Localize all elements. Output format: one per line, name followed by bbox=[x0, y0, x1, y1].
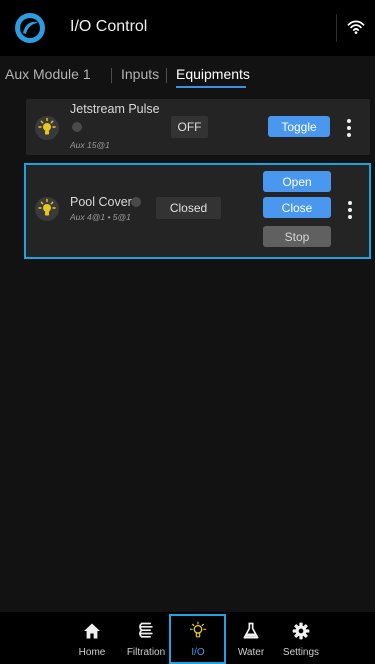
nav-io[interactable]: I/O bbox=[168, 612, 228, 664]
lightbulb-icon bbox=[35, 116, 59, 140]
equipment-card-pool-cover: Pool Cover Aux 4@1 • 5@1 Closed Open Clo… bbox=[26, 165, 370, 257]
flask-icon bbox=[243, 622, 259, 639]
more-options-icon[interactable] bbox=[345, 119, 353, 139]
equipment-name: Jetstream Pulse bbox=[70, 102, 160, 116]
status-badge: OFF bbox=[171, 116, 208, 138]
equipment-card-jetstream-pulse: Jetstream Pulse Aux 15@1 OFF Toggle bbox=[26, 99, 370, 155]
bottom-nav: Home Filtration I/O Water Settings bbox=[0, 612, 375, 664]
tab-separator bbox=[111, 68, 112, 83]
divider bbox=[336, 14, 337, 42]
tab-aux-module-1[interactable]: Aux Module 1 bbox=[5, 66, 91, 82]
equipment-name: Pool Cover bbox=[70, 195, 132, 209]
nav-home[interactable]: Home bbox=[62, 612, 122, 664]
page-title: I/O Control bbox=[70, 18, 148, 35]
status-badge: Closed bbox=[156, 197, 221, 219]
equipment-address: Aux 4@1 • 5@1 bbox=[70, 212, 131, 222]
nav-filtration[interactable]: Filtration bbox=[116, 612, 176, 664]
open-button[interactable]: Open bbox=[263, 171, 331, 192]
toggle-button[interactable]: Toggle bbox=[268, 116, 330, 137]
stop-button[interactable]: Stop bbox=[263, 226, 331, 247]
top-bar: I/O Control bbox=[0, 0, 375, 56]
lightbulb-icon bbox=[189, 621, 207, 638]
status-dot bbox=[131, 197, 141, 207]
gear-icon bbox=[292, 622, 310, 640]
home-icon bbox=[84, 623, 100, 639]
nav-label: I/O bbox=[191, 647, 205, 658]
nav-label: Settings bbox=[282, 647, 320, 658]
nav-settings[interactable]: Settings bbox=[271, 612, 331, 664]
nav-label: Home bbox=[78, 647, 106, 658]
equipment-address: Aux 15@1 bbox=[70, 140, 110, 150]
tab-equipments[interactable]: Equipments bbox=[176, 66, 250, 82]
wifi-icon[interactable] bbox=[347, 18, 365, 36]
nav-label: Filtration bbox=[126, 647, 166, 658]
close-button[interactable]: Close bbox=[263, 197, 331, 218]
app-logo-icon bbox=[15, 13, 45, 43]
tab-separator bbox=[166, 68, 167, 83]
active-tab-indicator bbox=[176, 86, 246, 88]
tab-inputs[interactable]: Inputs bbox=[121, 66, 159, 82]
filtration-icon bbox=[139, 622, 153, 638]
more-options-icon[interactable] bbox=[346, 201, 354, 221]
module-tabs: Aux Module 1 Inputs Equipments bbox=[0, 64, 375, 90]
lightbulb-icon bbox=[35, 197, 59, 221]
status-dot bbox=[72, 122, 82, 132]
